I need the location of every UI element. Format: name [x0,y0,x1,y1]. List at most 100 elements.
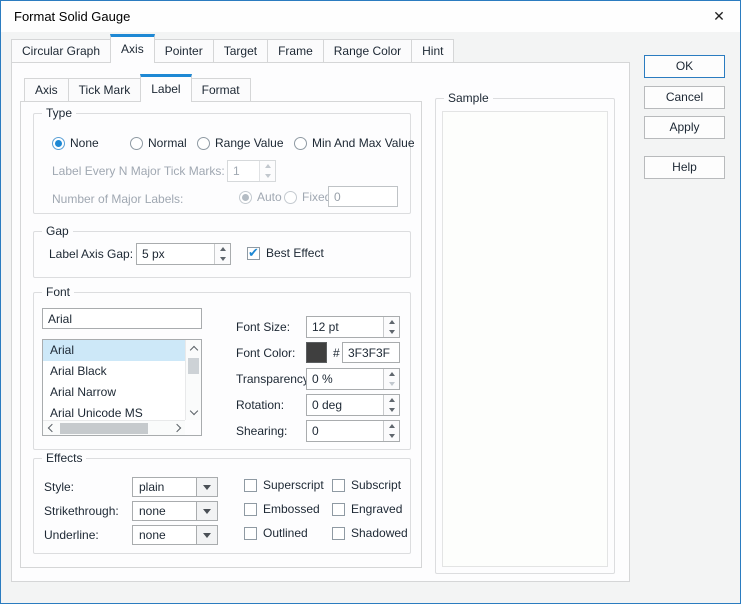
horizontal-scrollbar[interactable] [43,420,185,435]
transparency-value[interactable] [307,369,382,389]
radio-range-value-label: Range Value [215,136,284,150]
spinner-down-arrow-icon[interactable] [384,405,399,415]
radio-icon [130,137,143,150]
sample-group-title: Sample [444,91,493,105]
style-dropdown[interactable]: plain [132,477,218,497]
scroll-left-arrow-icon[interactable] [44,421,59,435]
spinner-down-arrow-icon[interactable] [384,431,399,441]
label-axis-gap-spinner[interactable] [136,243,231,265]
rotation-spinner[interactable] [306,394,400,416]
vertical-scrollbar[interactable] [185,340,201,420]
engraved-label: Engraved [351,502,402,516]
engraved-checkbox[interactable]: Engraved [332,502,402,516]
radio-range-value[interactable]: Range Value [197,136,284,150]
rotation-value[interactable] [307,395,382,415]
checkbox-icon [244,479,257,492]
outlined-checkbox[interactable]: Outlined [244,526,308,540]
dropdown-arrow-icon [196,478,217,496]
font-size-value[interactable] [307,317,382,337]
font-list-items: Arial Arial Black Arial Narrow Arial Uni… [43,340,185,420]
type-group: Type None Normal Range Value Min And Max… [33,113,411,214]
sample-preview-area [442,111,608,567]
radio-disabled-selected-icon [239,191,252,204]
radio-fixed-label: Fixed [302,190,331,204]
tab-hint[interactable]: Hint [411,39,454,63]
spinner-buttons [383,317,399,337]
embossed-checkbox[interactable]: Embossed [244,502,320,516]
radio-fixed: Fixed [284,190,331,204]
type-group-title: Type [42,106,76,120]
subtab-format[interactable]: Format [191,78,251,102]
style-label: Style: [44,480,74,494]
spinner-up-arrow-icon[interactable] [384,395,399,405]
tab-frame[interactable]: Frame [267,39,324,63]
font-list-item-arial-unicode[interactable]: Arial Unicode MS [43,403,185,420]
embossed-label: Embossed [263,502,320,516]
tab-target[interactable]: Target [213,39,268,63]
title-bar: Format Solid Gauge ✕ [1,1,740,32]
spinner-down-arrow-icon[interactable] [384,327,399,337]
vertical-scroll-thumb[interactable] [188,358,199,374]
close-icon[interactable]: ✕ [708,7,730,26]
shadowed-checkbox[interactable]: Shadowed [332,526,408,540]
font-name-input[interactable] [42,308,202,329]
spinner-up-arrow-icon[interactable] [215,244,230,254]
subtab-label[interactable]: Label [140,74,191,102]
tab-circular-graph[interactable]: Circular Graph [11,39,111,63]
scroll-right-arrow-icon[interactable] [169,421,184,435]
strikethrough-label: Strikethrough: [44,504,119,518]
superscript-checkbox[interactable]: Superscript [244,478,324,492]
tab-pointer[interactable]: Pointer [154,39,214,63]
scroll-down-arrow-icon[interactable] [186,403,201,418]
apply-button[interactable]: Apply [644,116,725,139]
font-list-item-arial[interactable]: Arial [43,340,185,361]
label-every-n-label: Label Every N Major Tick Marks: [52,164,225,178]
spinner-buttons [383,369,399,389]
radio-selected-icon [52,137,65,150]
horizontal-scroll-thumb[interactable] [60,423,148,434]
font-list-item-arial-black[interactable]: Arial Black [43,361,185,382]
font-size-spinner[interactable] [306,316,400,338]
font-list-item-arial-narrow[interactable]: Arial Narrow [43,382,185,403]
subtab-axis[interactable]: Axis [24,78,69,102]
ok-button[interactable]: OK [644,55,725,78]
effects-group-title: Effects [42,451,86,465]
transparency-spinner[interactable] [306,368,400,390]
strikethrough-dropdown[interactable]: none [132,501,218,521]
radio-min-max-value[interactable]: Min And Max Value [294,136,415,150]
tab-axis[interactable]: Axis [110,34,155,63]
subscript-label: Subscript [351,478,401,492]
shearing-value[interactable] [307,421,382,441]
shearing-spinner[interactable] [306,420,400,442]
radio-none[interactable]: None [52,136,99,150]
spinner-up-arrow-icon[interactable] [384,369,399,379]
cancel-button[interactable]: Cancel [644,86,725,109]
font-color-swatch[interactable] [306,342,327,363]
help-button[interactable]: Help [644,156,725,179]
subscript-checkbox[interactable]: Subscript [332,478,401,492]
scroll-up-arrow-icon[interactable] [186,342,201,357]
subtab-tick-mark[interactable]: Tick Mark [68,78,142,102]
spinner-down-arrow-icon[interactable] [384,379,399,389]
outlined-label: Outlined [263,526,308,540]
checkbox-icon [332,479,345,492]
effects-group: Effects Style: plain Strikethrough: none… [33,458,411,554]
spinner-up-arrow-icon[interactable] [384,317,399,327]
font-color-hex-input[interactable] [342,342,400,363]
strikethrough-value: none [139,504,166,518]
best-effect-checkbox[interactable]: Best Effect [247,246,324,260]
checkbox-icon [244,503,257,516]
spinner-down-arrow-icon[interactable] [215,254,230,264]
rotation-label: Rotation: [236,398,284,412]
radio-icon [294,137,307,150]
dropdown-arrow-icon [196,526,217,544]
hash-sign: # [333,346,340,360]
spinner-up-arrow-icon[interactable] [384,421,399,431]
radio-min-max-label: Min And Max Value [312,136,415,150]
radio-normal[interactable]: Normal [130,136,187,150]
label-axis-gap-value[interactable] [137,244,213,264]
transparency-label: Transparency: [236,372,312,386]
label-every-n-value [228,161,258,181]
tab-range-color[interactable]: Range Color [323,39,412,63]
underline-dropdown[interactable]: none [132,525,218,545]
